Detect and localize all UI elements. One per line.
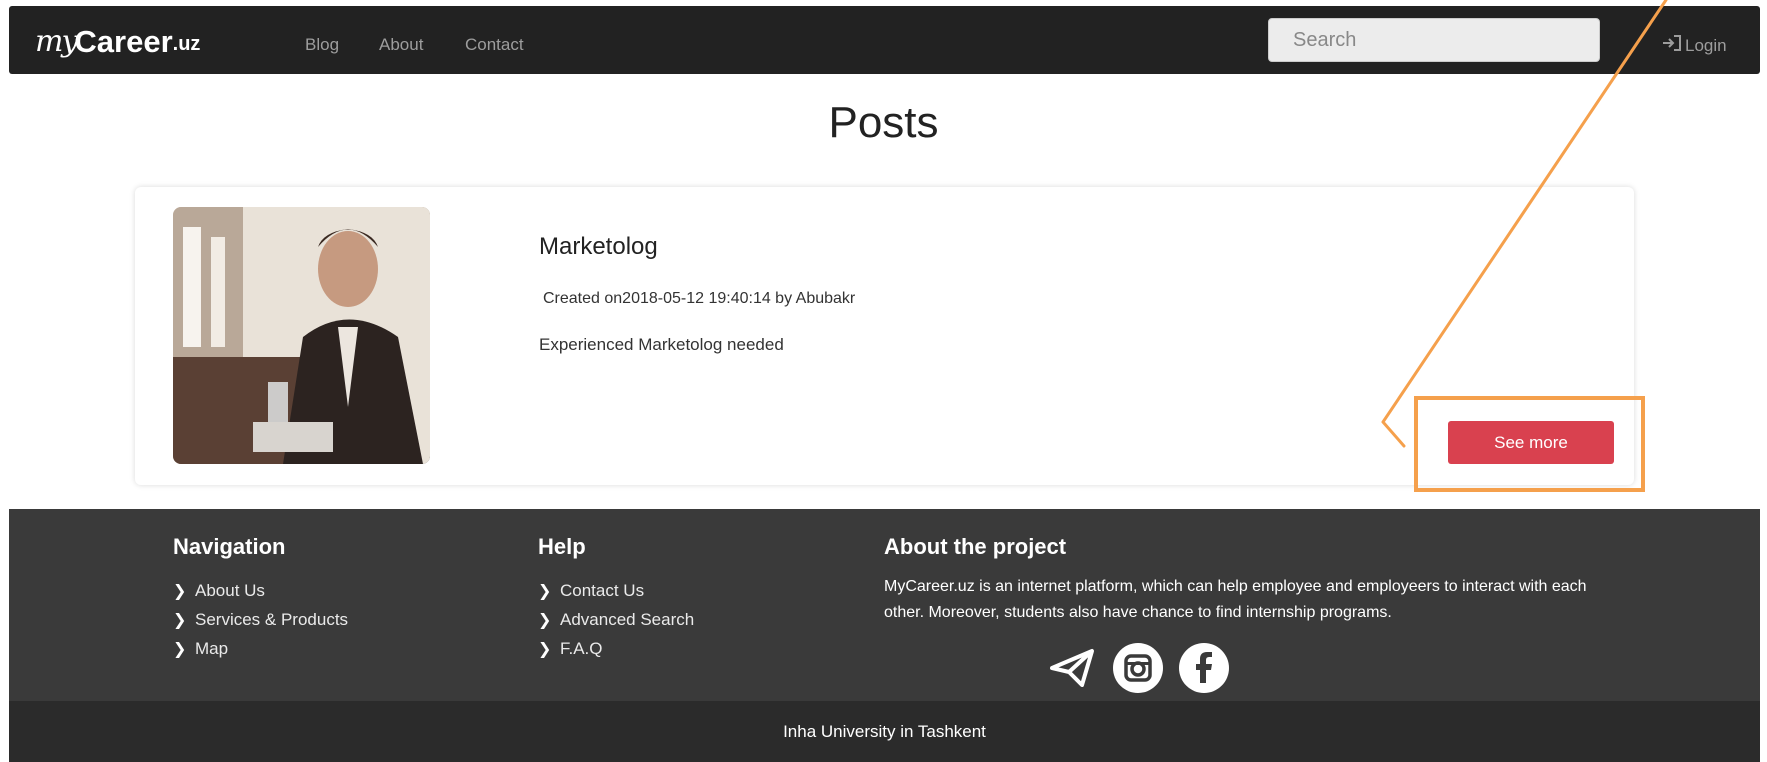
footer-link-contact-us[interactable]: ❯ Contact Us (538, 576, 694, 605)
footer-bottom-bar: Inha University in Tashkent (9, 701, 1760, 762)
social-links (1047, 643, 1229, 693)
brand-script: my (35, 24, 78, 59)
post-thumbnail (173, 207, 430, 464)
footer-about-heading: About the project (884, 534, 1067, 559)
footer-navigation: Navigation ❯ About Us ❯ Services & Product… (173, 534, 348, 663)
footer-navigation-heading: Navigation (173, 534, 286, 559)
brand-logo[interactable]: my Career .uz (35, 16, 200, 62)
search-input[interactable] (1268, 18, 1600, 62)
footer-link-label: Services & Products (195, 609, 349, 629)
login-icon (1661, 35, 1683, 56)
footer-link-services[interactable]: ❯ Services & Products (173, 605, 348, 634)
facebook-icon[interactable] (1179, 643, 1229, 693)
annotation-highlight-box (1414, 396, 1645, 492)
top-navbar: myCareer.uz Blog About Contact Login (9, 6, 1760, 74)
instagram-icon[interactable] (1113, 643, 1163, 693)
footer-link-about-us[interactable]: ❯ About Us (173, 576, 348, 605)
footer-about-text: MyCareer.uz is an internet platform, whi… (884, 578, 1587, 621)
telegram-icon[interactable] (1047, 643, 1097, 693)
chevron-right-icon: ❯ (173, 640, 187, 658)
footer-link-label: About Us (195, 580, 265, 600)
footer-link-label: Contact Us (560, 580, 645, 600)
post-description: Experienced Marketolog needed (539, 335, 784, 354)
footer-link-map[interactable]: ❯ Map (173, 634, 348, 663)
chevron-right-icon: ❯ (538, 582, 552, 600)
chevron-right-icon: ❯ (538, 611, 552, 629)
footer-link-advanced-search[interactable]: ❯ Advanced Search (538, 605, 694, 634)
post-meta: Created on2018-05-12 19:40:14 by Abubakr (543, 290, 856, 307)
nav-link-about[interactable]: About (379, 35, 423, 55)
brand-main: Career (74, 24, 173, 59)
chevron-right-icon: ❯ (173, 611, 187, 629)
chevron-right-icon: ❯ (173, 582, 187, 600)
nav-link-contact[interactable]: Contact (465, 35, 524, 55)
chevron-right-icon: ❯ (538, 640, 552, 658)
login-link[interactable]: Login (1661, 35, 1727, 56)
footer-link-faq[interactable]: ❯ F.A.Q (538, 634, 694, 663)
footer-link-label: Map (195, 638, 229, 658)
post-card: Marketolog Created on2018-05-12 19:40:14… (135, 187, 1634, 485)
footer-help-heading: Help (538, 534, 586, 559)
login-label: Login (1685, 35, 1727, 55)
footer-link-label: Advanced Search (560, 609, 695, 629)
brand-tld: .uz (172, 33, 201, 55)
nav-link-blog[interactable]: Blog (305, 35, 339, 55)
footer-link-label: F.A.Q (560, 638, 603, 658)
footer-help: Help ❯ Contact Us ❯ Advanced Search ❯ F.A.Q (538, 534, 694, 663)
page-title: Posts (828, 98, 939, 147)
footer: Navigation ❯ About Us ❯ Services & Product… (9, 509, 1760, 702)
footer-about: About the project MyCareer.uz is an inte… (884, 534, 1604, 626)
post-title: Marketolog (539, 233, 658, 260)
